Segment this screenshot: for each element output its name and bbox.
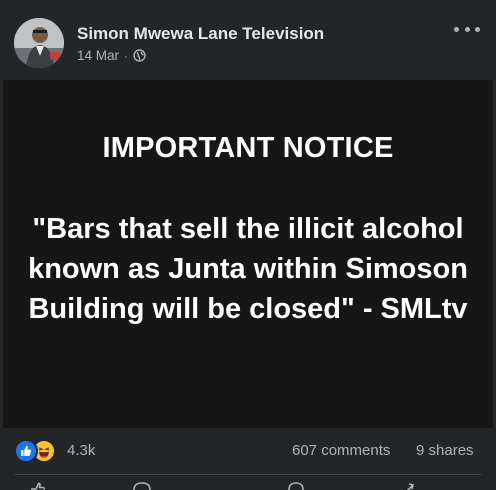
shares-count[interactable]: 9 shares	[416, 442, 474, 459]
reaction-count[interactable]: 4.3k	[67, 442, 95, 459]
notice-title: IMPORTANT NOTICE	[102, 132, 394, 164]
share-icon[interactable]	[400, 481, 416, 490]
comments-count[interactable]: 607 comments	[292, 442, 390, 459]
more-dot	[454, 26, 459, 32]
post-header: Simon Mwewa Lane Television 14 Mar ·	[0, 0, 496, 80]
notice-quote: "Bars that sell the illicit alcohol know…	[28, 213, 468, 325]
more-options-icon[interactable]	[454, 20, 480, 38]
meta-separator: ·	[124, 48, 129, 63]
more-dot	[475, 26, 480, 32]
send-icon[interactable]	[287, 481, 305, 490]
post-date[interactable]: 14 Mar	[77, 48, 119, 63]
globe-icon	[133, 49, 146, 62]
notice-image[interactable]: IMPORTANT NOTICE "Bars that sell the ill…	[3, 80, 493, 428]
comment-icon[interactable]	[132, 481, 152, 490]
reaction-icons[interactable]	[14, 439, 56, 463]
more-dot	[464, 26, 470, 32]
reactions-bar: 4.3k 607 comments 9 shares	[0, 428, 496, 474]
like-icon[interactable]	[30, 481, 46, 490]
avatar[interactable]	[14, 18, 64, 68]
post-meta: 14 Mar ·	[77, 48, 146, 63]
page-name[interactable]: Simon Mwewa Lane Television	[77, 24, 324, 44]
like-icon	[14, 439, 38, 463]
action-bar	[0, 475, 496, 490]
